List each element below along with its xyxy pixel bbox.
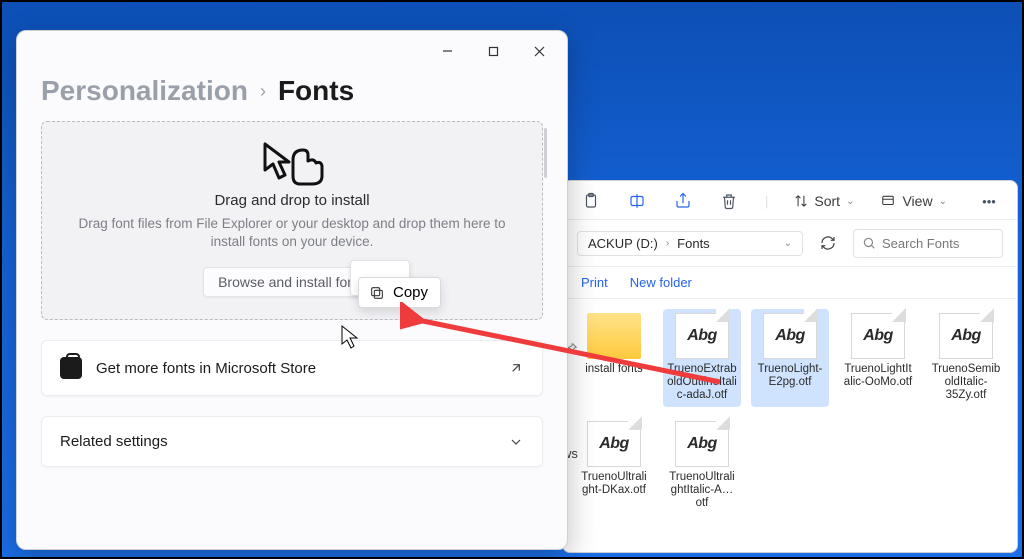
related-settings-card[interactable]: Related settings [41,416,543,467]
rename-icon[interactable] [627,191,647,211]
address-seg-drive[interactable]: ACKUP (D:) [588,236,658,251]
cmd-print[interactable]: Print [581,275,608,290]
scrollbar[interactable] [544,128,547,178]
font-file-item[interactable]: Abg TruenoUltralight-DKax.otf [575,417,653,515]
titlebar [17,31,567,71]
search-icon [862,236,876,250]
font-file-icon: Abg [763,313,817,359]
open-external-icon [508,360,524,376]
chevron-right-icon: › [260,81,266,102]
chevron-right-icon: › [666,238,669,249]
paste-icon[interactable] [581,191,601,211]
file-label: TruenoLightItalic-OoMo.otf [843,363,913,389]
refresh-icon [820,235,836,251]
drag-copy-label: Copy [393,284,428,301]
font-file-item[interactable]: Abg TruenoLight-E2pg.otf [751,309,829,407]
font-file-icon: Abg [675,313,729,359]
related-settings-label: Related settings [60,433,494,450]
breadcrumb: Personalization › Fonts [41,75,543,107]
close-button[interactable] [517,36,561,66]
font-file-item[interactable]: AbgTruenoExtraboldOutlineItalic-adaJ.otf [663,309,741,407]
breadcrumb-current: Fonts [278,75,354,107]
file-label: TruenoExtraboldOutlineItalic-adaJ.otf [667,363,737,403]
font-file-icon: Abg [587,421,641,467]
file-label: TruenoUltralightItalic-A…otf [667,471,737,511]
font-file-item[interactable]: AbgTruenoSemiboldItalic-35Zy.otf [927,309,1005,407]
explorer-items-pane[interactable]: install fontsAbgTruenoExtraboldOutlineIt… [563,299,1017,552]
font-dropzone[interactable]: Drag and drop to install Drag font files… [41,121,543,320]
address-seg-folder[interactable]: Fonts [677,236,710,251]
breadcrumb-parent[interactable]: Personalization [41,75,248,107]
folder-icon [587,313,641,359]
file-explorer-window: | Sort ⌄ View ⌄ ••• ACKUP (D:) › Fonts ⌄… [562,180,1018,553]
cmd-new-folder[interactable]: New folder [630,275,692,290]
more-icon[interactable]: ••• [979,191,999,211]
settings-window: Personalization › Fonts Drag and drop to… [16,30,568,550]
drag-copy-badge: Copy [358,277,441,308]
store-card-label: Get more fonts in Microsoft Store [96,360,494,377]
font-file-item[interactable]: Abg TruenoLightItalic-OoMo.otf [839,309,917,407]
font-file-item[interactable]: AbgTruenoUltralightItalic-A…otf [663,417,741,515]
refresh-button[interactable] [813,228,843,258]
search-input[interactable]: Search Fonts [853,229,1003,258]
file-label: TruenoSemiboldItalic-35Zy.otf [931,363,1001,403]
view-button[interactable]: View ⌄ [880,193,946,209]
dropzone-subtitle: Drag font files from File Explorer or yo… [62,215,522,251]
sort-icon [794,194,808,208]
chevron-down-icon [508,434,524,450]
delete-icon[interactable] [719,191,739,211]
drag-cursor-icon [259,140,325,186]
minimize-button[interactable] [425,36,469,66]
file-label: TruenoUltralight-DKax.otf [579,471,649,497]
explorer-toolbar: | Sort ⌄ View ⌄ ••• [563,181,1017,220]
file-label: install fonts [585,363,643,376]
view-icon [880,194,896,208]
store-icon [60,357,82,379]
file-label: TruenoLight-E2pg.otf [755,363,825,389]
dropzone-title: Drag and drop to install [214,192,369,209]
search-placeholder: Search Fonts [882,236,959,251]
maximize-button[interactable] [471,36,515,66]
font-file-icon: Abg [851,313,905,359]
folder-item[interactable]: install fonts [575,309,653,407]
font-file-icon: Abg [939,313,993,359]
explorer-address-row: ACKUP (D:) › Fonts ⌄ Search Fonts [563,220,1017,267]
copy-icon [369,285,385,301]
address-bar[interactable]: ACKUP (D:) › Fonts ⌄ [577,231,803,256]
store-card[interactable]: Get more fonts in Microsoft Store [41,340,543,396]
chevron-down-icon[interactable]: ⌄ [784,238,792,249]
sort-button[interactable]: Sort ⌄ [794,193,854,209]
explorer-command-bar: Print New folder [563,267,1017,299]
share-icon[interactable] [673,191,693,211]
font-file-icon: Abg [675,421,729,467]
